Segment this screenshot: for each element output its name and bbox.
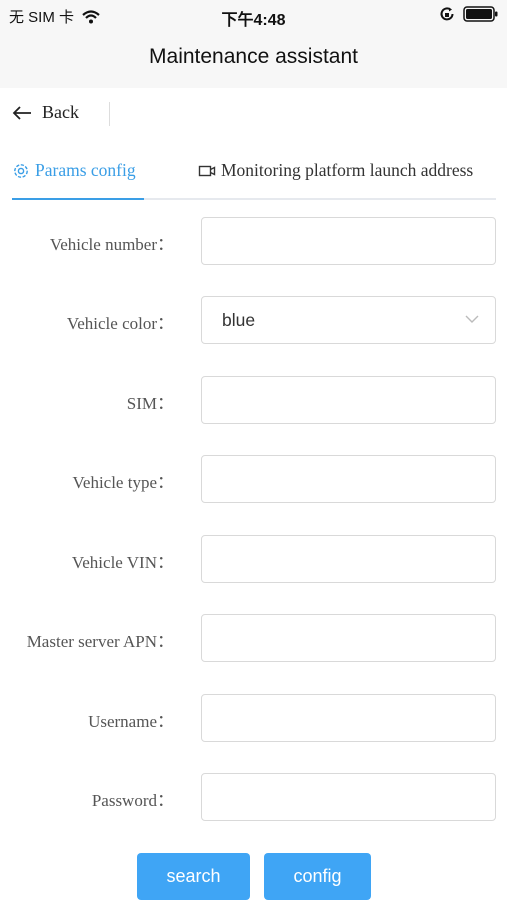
vehicle-color-select[interactable]: blue — [201, 296, 496, 344]
form-row-username: Username： — [0, 694, 507, 742]
gear-icon — [14, 163, 28, 178]
form-row-vehicle-type: Vehicle type： — [0, 455, 507, 503]
status-bar: 无 SIM 卡 下午4:48 — [0, 0, 507, 30]
password-input[interactable] — [201, 773, 496, 821]
form-row-master-server-apn: Master server APN： — [0, 614, 507, 662]
form-row-vehicle-number: Vehicle number： — [0, 217, 507, 265]
sim-label: SIM： — [126, 394, 174, 413]
vehicle-color-label: Vehicle color： — [66, 314, 174, 333]
tab-monitoring-platform[interactable]: Monitoring platform launch address — [198, 160, 473, 181]
back-label: Back — [42, 102, 79, 122]
sim-input[interactable] — [201, 376, 496, 424]
tab-bar: Params config Monitoring platform launch… — [12, 148, 496, 200]
username-input[interactable] — [201, 694, 496, 742]
vehicle-vin-label: Vehicle VIN： — [71, 553, 174, 572]
page-title: Maintenance assistant — [149, 45, 358, 68]
vehicle-number-input[interactable] — [201, 217, 496, 265]
back-row: Back — [0, 88, 507, 140]
tab-params-config[interactable]: Params config — [12, 160, 136, 181]
status-right — [439, 6, 499, 22]
master-server-apn-label: Master server APN： — [26, 632, 174, 651]
tab-label: Params config — [35, 160, 136, 180]
vehicle-color-value: blue — [222, 310, 256, 330]
battery-icon — [463, 6, 498, 22]
back-arrow-icon — [12, 105, 31, 120]
tab-label: Monitoring platform launch address — [221, 160, 474, 180]
status-time: 下午4:48 — [221, 12, 286, 29]
username-label: Username： — [88, 712, 174, 731]
form-row-vehicle-vin: Vehicle VIN： — [0, 535, 507, 583]
form-row-password: Password： — [0, 773, 507, 821]
master-server-apn-input[interactable] — [201, 614, 496, 662]
search-button[interactable]: search — [137, 853, 250, 900]
video-camera-icon — [198, 165, 216, 176]
divider — [109, 102, 110, 126]
vehicle-vin-input[interactable] — [201, 535, 496, 583]
password-label: Password： — [91, 791, 174, 810]
rotation-lock-icon — [440, 7, 454, 21]
vehicle-type-label: Vehicle type： — [72, 473, 175, 492]
vehicle-number-label: Vehicle number： — [49, 235, 174, 254]
active-tab-indicator — [12, 198, 144, 200]
form-row-vehicle-color: Vehicle color： blue — [0, 296, 507, 344]
vehicle-type-input[interactable] — [201, 455, 496, 503]
back-button[interactable]: Back — [12, 102, 79, 123]
config-button[interactable]: config — [264, 853, 371, 900]
chevron-down-icon — [465, 315, 479, 323]
nav-bar: Maintenance assistant — [0, 30, 507, 88]
form-row-sim: SIM： — [0, 376, 507, 424]
